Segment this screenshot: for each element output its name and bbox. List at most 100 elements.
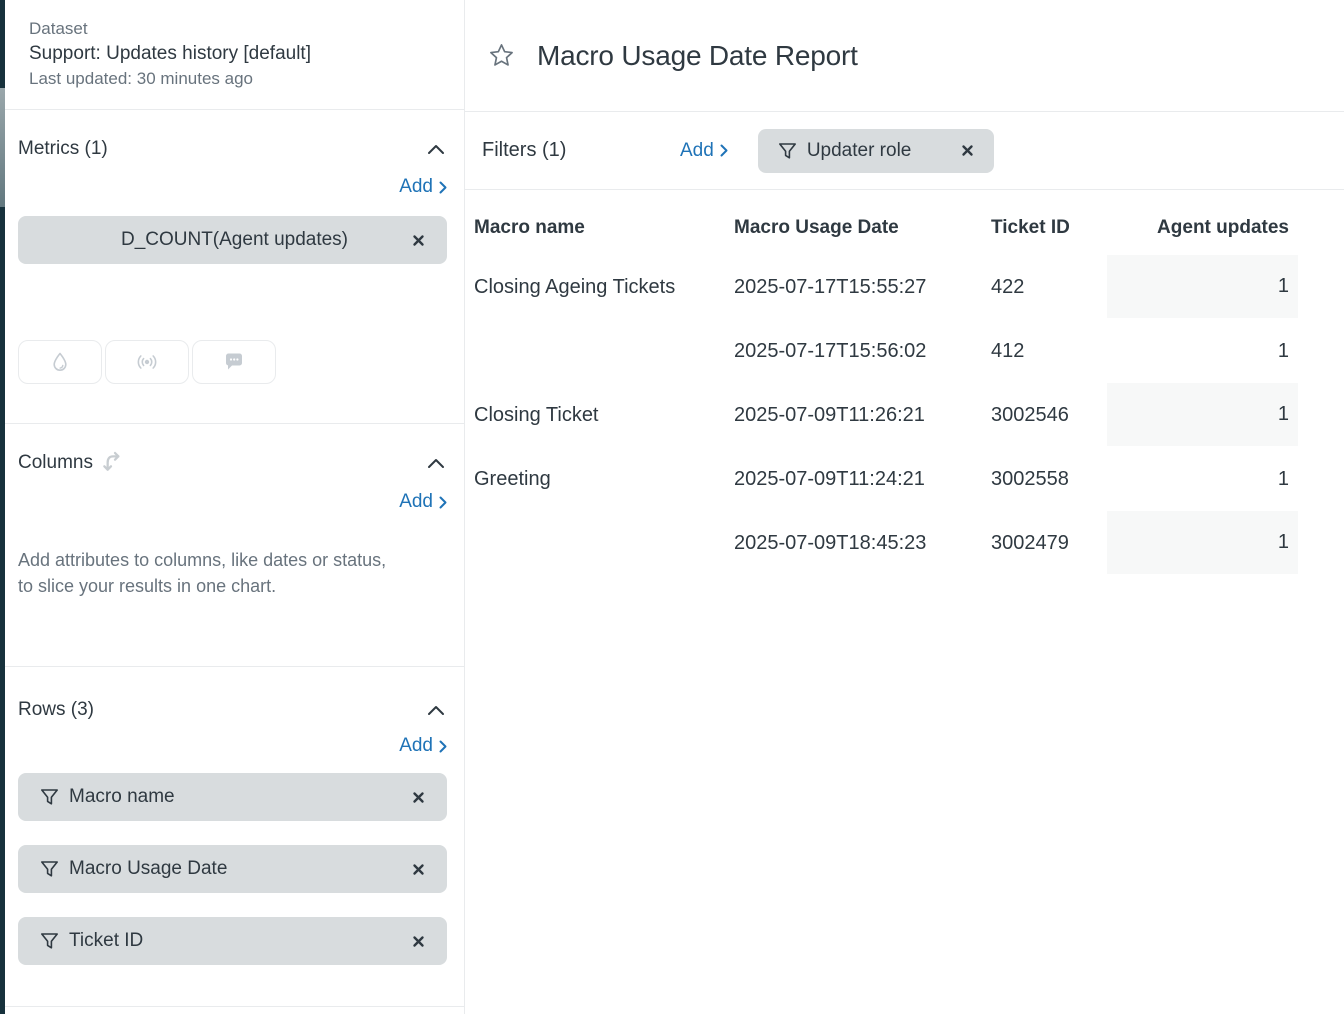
report-table: Macro name Macro Usage Date Ticket ID Ag… [474,200,1298,576]
table-cell-ticket-id: 3002558 [991,447,1107,511]
funnel-icon [40,788,59,806]
funnel-icon [40,932,59,950]
left-nav-rail [0,0,5,1014]
dataset-panel: Dataset Support: Updates history [defaul… [5,0,464,110]
table-row: Greeting 2025-07-09T11:24:21 3002558 1 [474,447,1298,511]
table-cell-usage-date: 2025-07-09T11:26:21 [734,383,991,447]
remove-row-macro-name-button[interactable] [408,787,429,808]
close-icon [412,935,425,948]
chevron-up-icon [427,705,445,716]
chevron-up-icon [427,144,445,155]
table-cell-ticket-id: 3002546 [991,383,1107,447]
metric-tool-buttons [18,340,447,384]
droplet-tool-button[interactable] [18,340,102,384]
column-header-ticket-id: Ticket ID [991,200,1107,255]
remove-metric-button[interactable] [408,230,429,251]
metrics-panel: Metrics (1) Add D_COUNT(Agent updates) [5,110,464,424]
report-header: Macro Usage Date Report [465,0,1344,112]
metrics-collapse-button[interactable] [425,142,447,157]
close-icon [412,791,425,804]
broadcast-icon [134,350,160,374]
table-cell-usage-date: 2025-07-17T15:55:27 [734,255,991,319]
report-main: Macro Usage Date Report Filters (1) Add … [465,0,1344,1014]
report-table-area: Macro name Macro Usage Date Ticket ID Ag… [465,190,1344,576]
remove-filter-updater-role-button[interactable] [957,140,978,161]
metrics-add-label: Add [399,176,433,198]
query-builder-sidebar: Dataset Support: Updates history [defaul… [5,0,465,1014]
column-header-agent-updates: Agent updates [1107,200,1298,255]
remove-row-macro-usage-date-button[interactable] [408,859,429,880]
chevron-right-icon [439,740,447,753]
table-cell-ticket-id: 3002479 [991,511,1107,575]
explore-report-builder: Dataset Support: Updates history [defaul… [0,0,1344,1014]
row-chip-ticket-id[interactable]: Ticket ID [18,917,447,965]
rail-scrollbar-thumb[interactable] [0,88,5,207]
table-cell-macro-name: Greeting [474,447,734,511]
report-title: Macro Usage Date Report [537,40,858,72]
columns-add-label: Add [399,491,433,513]
column-header-macro-name: Macro name [474,200,734,255]
dataset-name: Support: Updates history [default] [29,41,447,66]
table-cell-agent-updates: 1 [1107,255,1298,319]
table-row: Closing Ageing Tickets 2025-07-17T15:55:… [474,255,1298,319]
table-cell-agent-updates: 1 [1107,447,1298,511]
columns-collapse-button[interactable] [425,456,447,471]
metrics-add-button[interactable]: Add [399,176,447,198]
table-header-row: Macro name Macro Usage Date Ticket ID Ag… [474,200,1298,255]
columns-title: Columns [18,452,93,474]
dataset-label: Dataset [29,16,447,41]
filters-add-button[interactable]: Add [680,140,728,162]
table-cell-macro-name [474,319,734,383]
remove-row-ticket-id-button[interactable] [408,931,429,952]
chevron-right-icon [720,144,728,157]
favorite-button[interactable] [486,40,517,71]
droplet-icon [48,350,72,374]
table-cell-agent-updates: 1 [1107,319,1298,383]
metric-chip[interactable]: D_COUNT(Agent updates) [18,216,447,264]
metric-chip-label: D_COUNT(Agent updates) [121,229,348,251]
row-chip-label: Macro Usage Date [69,858,408,880]
rows-add-label: Add [399,735,433,757]
rows-collapse-button[interactable] [425,703,447,718]
filters-bar: Filters (1) Add Updater role [465,112,1344,190]
metrics-title: Metrics (1) [18,138,108,160]
broadcast-tool-button[interactable] [105,340,189,384]
filter-chip-label: Updater role [807,140,912,162]
columns-panel: Columns Add A [5,424,464,667]
chevron-right-icon [439,181,447,194]
filter-chip-updater-role[interactable]: Updater role [758,129,995,173]
table-cell-agent-updates: 1 [1107,511,1298,575]
star-icon [488,42,515,69]
row-chip-macro-name[interactable]: Macro name [18,773,447,821]
close-icon [412,234,425,247]
table-cell-usage-date: 2025-07-17T15:56:02 [734,319,991,383]
columns-add-button[interactable]: Add [399,491,447,513]
close-icon [961,144,974,157]
chevron-right-icon [439,496,447,509]
table-row: 2025-07-09T18:45:23 3002479 1 [474,511,1298,575]
table-cell-ticket-id: 412 [991,319,1107,383]
table-cell-usage-date: 2025-07-09T11:24:21 [734,447,991,511]
filters-title: Filters (1) [482,139,582,162]
rows-title: Rows (3) [18,699,94,721]
swap-arrow-icon [101,451,125,475]
rows-add-button[interactable]: Add [399,735,447,757]
sidebar-spacer [5,1007,464,1014]
table-cell-macro-name [474,511,734,575]
filters-add-label: Add [680,140,714,162]
columns-helper-text: Add attributes to columns, like dates or… [18,547,390,599]
table-row: 2025-07-17T15:56:02 412 1 [474,319,1298,383]
chat-bubble-icon [222,350,246,374]
row-chip-macro-usage-date[interactable]: Macro Usage Date [18,845,447,893]
rows-panel: Rows (3) Add Macro [5,667,464,1007]
table-row: Closing Ticket 2025-07-09T11:26:21 30025… [474,383,1298,447]
table-cell-ticket-id: 422 [991,255,1107,319]
chat-tool-button[interactable] [192,340,276,384]
table-cell-usage-date: 2025-07-09T18:45:23 [734,511,991,575]
column-header-macro-usage-date: Macro Usage Date [734,200,991,255]
table-cell-agent-updates: 1 [1107,383,1298,447]
row-chip-label: Macro name [69,786,408,808]
table-cell-macro-name: Closing Ageing Tickets [474,255,734,319]
funnel-icon [40,860,59,878]
close-icon [412,863,425,876]
